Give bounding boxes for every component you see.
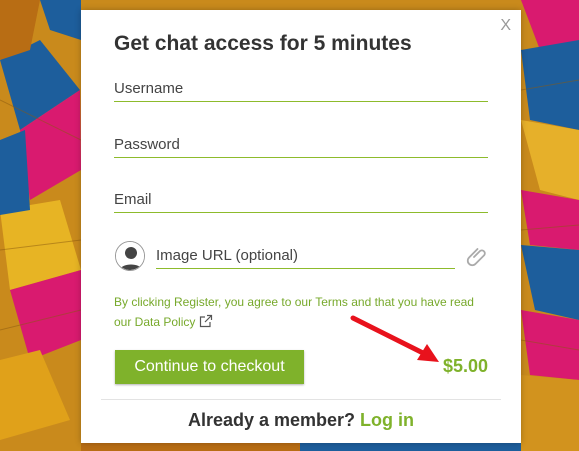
- footer-prompt-text: Already a member?: [187, 410, 356, 430]
- arrow-annotation: [350, 315, 439, 362]
- avatar-icon[interactable]: [115, 241, 145, 271]
- external-link-icon[interactable]: [199, 314, 213, 328]
- login-link[interactable]: Log in: [360, 410, 414, 430]
- image-url-input[interactable]: [156, 247, 455, 269]
- modal-title: Get chat access for 5 minutes: [114, 32, 412, 55]
- password-input[interactable]: [114, 136, 488, 158]
- email-input[interactable]: [114, 191, 488, 213]
- username-input[interactable]: [114, 80, 488, 102]
- login-prompt: Already a member? Log in: [81, 410, 521, 431]
- close-button[interactable]: X: [500, 18, 511, 34]
- divider: [101, 399, 501, 400]
- paperclip-icon[interactable]: [466, 245, 490, 269]
- price-label: $5.00: [442, 356, 488, 376]
- continue-to-checkout-button[interactable]: Continue to checkout: [115, 350, 304, 384]
- chat-access-modal: X Get chat access for 5 minutes By click…: [81, 10, 521, 443]
